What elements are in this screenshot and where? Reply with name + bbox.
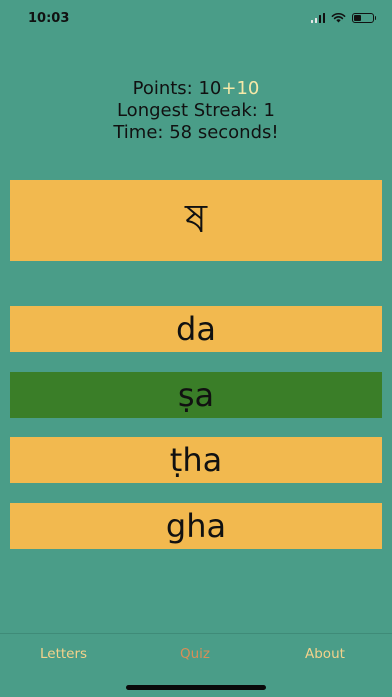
answer-option-2[interactable]: ṣa xyxy=(10,372,382,418)
wifi-icon xyxy=(331,12,346,23)
points-value: 10 xyxy=(198,78,222,99)
answer-option-1[interactable]: da xyxy=(10,306,382,352)
longest-streak: Longest Streak: 1 xyxy=(116,100,276,121)
score-summary: Points: 10+10 Longest Streak: 1 Time: 58… xyxy=(0,78,392,144)
tab-quiz[interactable]: Quiz xyxy=(180,646,210,662)
answer-option-3[interactable]: ṭha xyxy=(10,437,382,483)
status-icons xyxy=(310,12,376,23)
answer-label: gha xyxy=(165,507,227,545)
points-line: Points: 10+10 xyxy=(0,78,392,100)
answer-option-4[interactable]: gha xyxy=(10,503,382,549)
battery-icon xyxy=(352,12,376,23)
answer-label: ṭha xyxy=(169,441,223,479)
prompt-letter: ষ xyxy=(184,196,208,242)
cellular-signal-icon xyxy=(310,12,325,23)
tab-letters[interactable]: Letters xyxy=(40,646,87,662)
answer-label: da xyxy=(176,310,216,348)
tab-about[interactable]: About xyxy=(305,646,345,662)
status-time: 10:03 xyxy=(28,11,70,26)
elapsed-time: Time: 58 seconds! xyxy=(113,122,279,143)
prompt-letter-card: ষ xyxy=(10,180,382,261)
points-bonus: +10 xyxy=(221,78,260,99)
points-label: Points: xyxy=(132,78,199,99)
home-indicator[interactable] xyxy=(126,685,266,690)
answer-label: ṣa xyxy=(177,376,215,414)
status-bar: 10:03 xyxy=(0,0,392,36)
